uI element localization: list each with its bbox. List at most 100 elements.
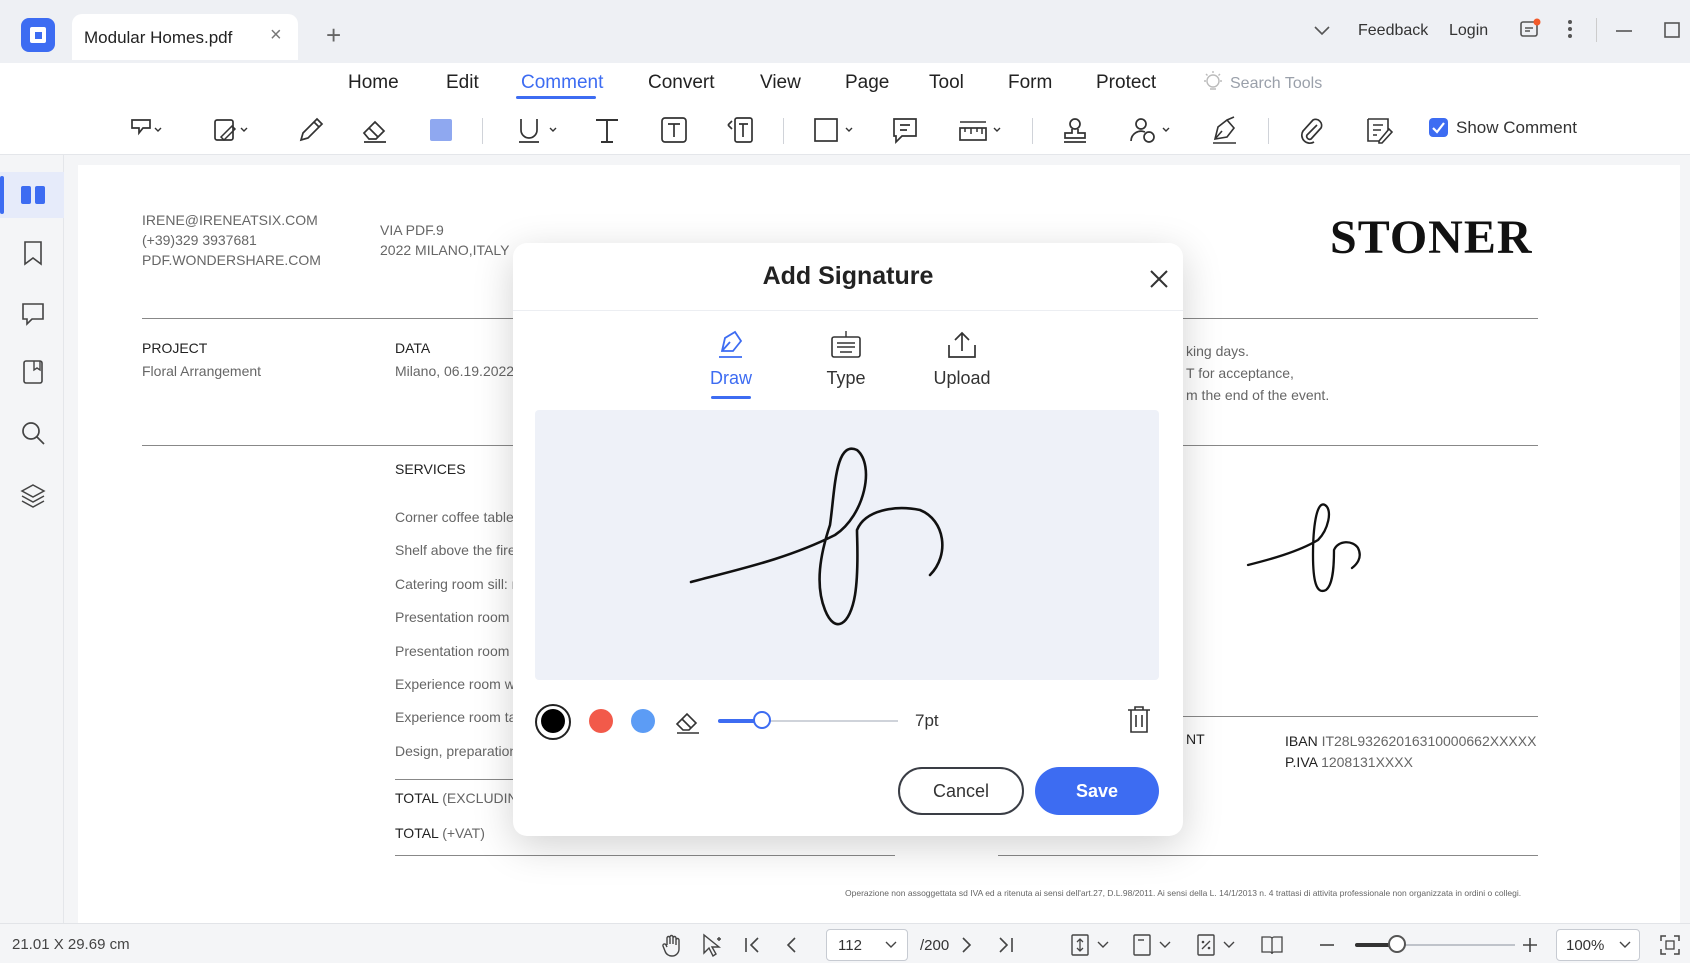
zoom-slider-handle[interactable]	[1388, 935, 1406, 953]
upload-icon[interactable]	[907, 329, 1017, 363]
area-highlight-icon[interactable]	[210, 113, 248, 147]
show-comment-label: Show Comment	[1456, 118, 1577, 137]
draw-icon[interactable]	[676, 329, 786, 363]
list-item: Presentation room c	[395, 642, 521, 659]
signature-icon[interactable]	[1126, 113, 1170, 147]
terms-block: king days. T for acceptance, m the end o…	[1186, 340, 1329, 406]
color-fill-icon[interactable]	[424, 113, 458, 147]
sidebar-active-indicator	[0, 176, 4, 214]
stamp-icon[interactable]	[1058, 113, 1092, 147]
sign-pen-icon[interactable]	[1208, 113, 1242, 147]
zoom-value: 100%	[1566, 937, 1605, 954]
callout-icon[interactable]	[723, 113, 757, 147]
app-logo-icon	[21, 18, 55, 52]
tab-close-icon[interactable]: ×	[270, 24, 282, 47]
cancel-button[interactable]: Cancel	[898, 767, 1024, 815]
pencil-icon[interactable]	[294, 113, 328, 147]
project-value: Floral Arrangement	[142, 363, 262, 379]
first-page-icon[interactable]	[738, 932, 766, 958]
terms-line: king days.	[1186, 343, 1250, 359]
toolbar-separator	[783, 118, 784, 144]
reading-mode-icon[interactable]	[1258, 932, 1286, 958]
underline-icon[interactable]	[512, 113, 557, 147]
layers-icon[interactable]	[18, 480, 48, 510]
save-button[interactable]: Save	[1035, 767, 1159, 815]
stroke-slider-handle[interactable]	[753, 711, 771, 729]
iban-value: IT28L93262016310000662XXXXX	[1321, 733, 1537, 749]
menu-comment[interactable]: Comment	[521, 72, 603, 94]
menu-page[interactable]: Page	[845, 72, 889, 94]
login-link[interactable]: Login	[1449, 22, 1488, 40]
select-tool-icon[interactable]	[698, 932, 726, 958]
zoom-percent-icon[interactable]	[1192, 932, 1220, 958]
chevron-down-icon[interactable]	[1158, 938, 1172, 957]
keyboard-icon[interactable]	[791, 329, 901, 363]
zoom-out-icon[interactable]	[1313, 932, 1341, 958]
show-comment-checkbox[interactable]	[1429, 118, 1448, 137]
close-icon[interactable]	[1148, 262, 1170, 297]
notification-icon[interactable]	[1518, 18, 1542, 47]
tab-draw[interactable]: Draw	[676, 368, 786, 389]
highlight-icon[interactable]	[126, 113, 162, 147]
fit-height-icon[interactable]	[1066, 932, 1094, 958]
color-swatch-red[interactable]	[589, 709, 613, 733]
chevron-down-icon[interactable]	[884, 938, 898, 957]
thumbnails-icon[interactable]	[18, 180, 48, 210]
note-icon[interactable]	[888, 113, 922, 147]
total-note: (+VAT)	[442, 825, 485, 841]
tab-upload[interactable]: Upload	[907, 368, 1017, 389]
measure-icon[interactable]	[956, 113, 1001, 147]
menu-edit[interactable]: Edit	[446, 72, 479, 94]
last-page-icon[interactable]	[992, 932, 1020, 958]
textbox-icon[interactable]	[657, 113, 691, 147]
bookmark-icon[interactable]	[18, 238, 48, 268]
chevron-down-icon[interactable]	[1222, 938, 1236, 957]
next-page-icon[interactable]	[952, 932, 980, 958]
brand-logo-text: STONER	[1330, 211, 1533, 264]
new-tab-icon[interactable]: +	[326, 20, 341, 51]
color-swatch-blue[interactable]	[631, 709, 655, 733]
chevron-down-icon[interactable]	[1618, 938, 1632, 957]
total-label: TOTAL	[395, 790, 439, 806]
fullscreen-icon[interactable]	[1656, 932, 1684, 958]
menu-view[interactable]: View	[760, 72, 801, 94]
search-icon[interactable]	[18, 418, 48, 448]
maximize-icon[interactable]	[1662, 20, 1682, 45]
eraser-icon[interactable]	[358, 113, 392, 147]
text-icon[interactable]	[590, 113, 624, 147]
more-options-icon[interactable]	[1566, 18, 1574, 47]
feedback-link[interactable]: Feedback	[1358, 22, 1428, 40]
eraser-icon[interactable]	[674, 707, 702, 740]
menu-protect[interactable]: Protect	[1096, 72, 1156, 94]
hand-tool-icon[interactable]	[658, 932, 686, 958]
tab-type[interactable]: Type	[791, 368, 901, 389]
comment-list-icon[interactable]	[1362, 113, 1396, 147]
menu-convert[interactable]: Convert	[648, 72, 715, 94]
terms-line: T for acceptance,	[1186, 365, 1294, 381]
minimize-icon[interactable]	[1614, 22, 1634, 47]
payment-label: NT	[1186, 731, 1205, 747]
total-excl-row: TOTAL (EXCLUDING	[395, 790, 529, 806]
project-label: PROJECT	[142, 340, 208, 356]
attachment-panel-icon[interactable]	[18, 357, 48, 387]
chevron-down-icon[interactable]	[1312, 20, 1332, 45]
trash-icon[interactable]	[1126, 705, 1152, 740]
list-item: Shelf above the fire	[395, 542, 516, 559]
color-swatch-black[interactable]	[541, 709, 565, 733]
menu-tool[interactable]: Tool	[929, 72, 964, 94]
zoom-in-icon[interactable]	[1516, 932, 1544, 958]
comment-icon[interactable]	[18, 298, 48, 328]
signature-canvas[interactable]	[535, 410, 1159, 680]
single-page-icon[interactable]	[1128, 932, 1156, 958]
search-tools-input[interactable]: Search Tools	[1230, 75, 1322, 93]
menu-form[interactable]: Form	[1008, 72, 1052, 94]
prev-page-icon[interactable]	[778, 932, 806, 958]
total-vat-row: TOTAL (+VAT)	[395, 825, 485, 841]
contact-email: IRENE@IRENEATSIX.COM	[142, 212, 318, 228]
rectangle-icon[interactable]	[810, 113, 853, 147]
attachment-icon[interactable]	[1294, 113, 1328, 147]
menu-home[interactable]: Home	[348, 72, 399, 94]
chevron-down-icon[interactable]	[1096, 938, 1110, 957]
toolbar-separator	[482, 118, 483, 144]
list-item: Experience room tal	[395, 709, 520, 726]
